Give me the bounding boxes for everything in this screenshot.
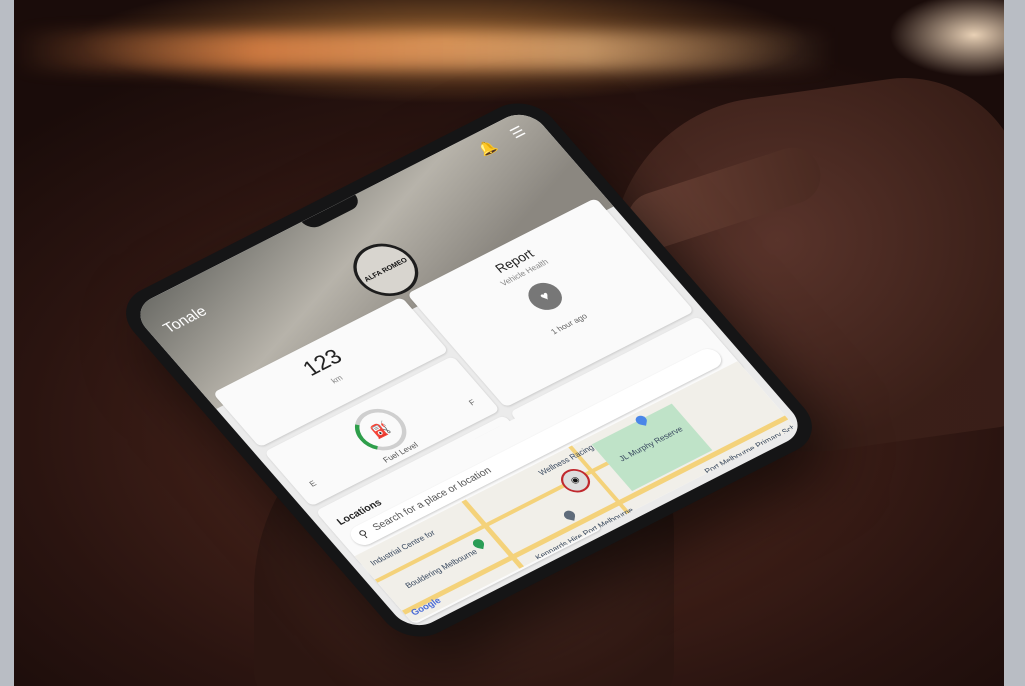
health-report-icon: ♥ — [521, 277, 569, 315]
photo-scene: Tonale 🔔 ☰ ALFA ROMEO 123 km Report Vehi… — [14, 0, 1004, 686]
search-icon: ⚲ — [356, 528, 372, 542]
background-light-streak — [14, 32, 834, 70]
map-pin-icon[interactable] — [563, 509, 576, 521]
fuel-full-label: F — [467, 397, 478, 408]
bell-icon[interactable]: 🔔 — [474, 137, 501, 158]
car-name: Tonale — [159, 303, 211, 337]
menu-icon[interactable]: ☰ — [507, 123, 530, 142]
brand-badge-text: ALFA ROMEO — [362, 256, 409, 284]
fuel-empty-label: E — [307, 479, 319, 489]
map-label: Bouldering Melbourne — [403, 547, 480, 590]
map-label: Port Melbourne Primary School — [702, 418, 796, 476]
map-pin-icon[interactable] — [472, 538, 485, 550]
camera-notch — [301, 194, 364, 232]
